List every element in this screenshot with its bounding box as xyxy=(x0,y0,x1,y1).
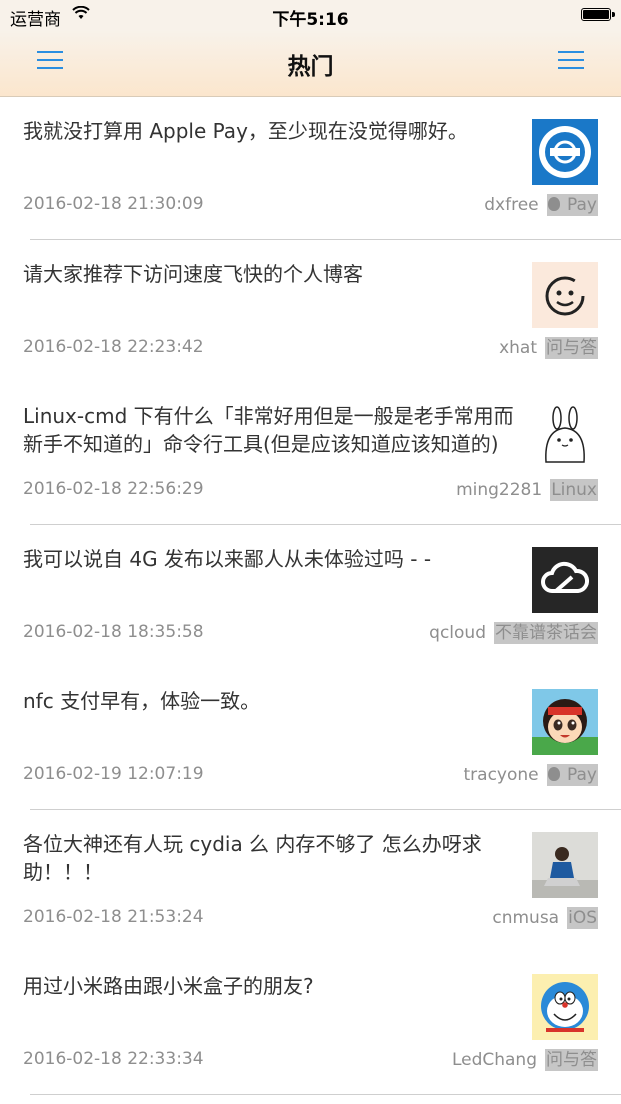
menu-right-icon[interactable] xyxy=(558,48,584,72)
topic-node-tag[interactable]: Pay xyxy=(546,764,598,786)
topic-title[interactable]: 请大家推荐下访问速度飞快的个人博客 xyxy=(23,260,523,288)
topic-node-tag[interactable]: Pay xyxy=(546,194,598,216)
bunny-icon[interactable] xyxy=(532,404,598,470)
apple-icon xyxy=(547,767,560,781)
row-divider xyxy=(30,1093,621,1095)
topic-node-tag[interactable]: 不靠谱茶话会 xyxy=(494,621,598,644)
topic-author[interactable]: ming2281 xyxy=(456,480,542,500)
topic-row[interactable]: Linux-cmd 下有什么「非常好用但是一般是老手常用而新手不知道的」命令行工… xyxy=(0,382,621,525)
topic-row[interactable]: 用过小米路由跟小米盒子的朋友? 2016-02-18 22:33:34 LedC… xyxy=(0,952,621,1095)
topic-title[interactable]: 我就没打算用 Apple Pay，至少现在没觉得哪好。 xyxy=(23,117,523,145)
topic-date: 2016-02-18 22:56:29 xyxy=(23,479,204,499)
cloud-icon[interactable] xyxy=(532,546,598,613)
status-bar: 运营商 下午5:16 xyxy=(0,0,621,30)
topic-meta: tracyone Pay xyxy=(464,764,598,786)
topic-meta: xhat 问与答 xyxy=(499,336,598,359)
topic-date: 2016-02-18 21:53:24 xyxy=(23,906,204,927)
doraemon-icon[interactable] xyxy=(532,974,598,1040)
apple-icon xyxy=(547,197,560,211)
topic-author[interactable]: tracyone xyxy=(464,765,539,785)
topic-row[interactable]: 各位大神还有人玩 cydia 么 内存不够了 怎么办呀求助！！！ 2016-02… xyxy=(0,810,621,953)
topic-author[interactable]: cnmusa xyxy=(492,908,559,928)
topic-node-tag[interactable]: 问与答 xyxy=(545,1049,598,1071)
topic-author[interactable]: xhat xyxy=(499,338,537,358)
topic-author[interactable]: qcloud xyxy=(429,623,486,643)
topic-author[interactable]: LedChang xyxy=(452,1050,537,1070)
cartoon-girl-icon[interactable] xyxy=(532,689,598,755)
badge-logo-icon[interactable] xyxy=(532,119,598,185)
status-time: 下午5:16 xyxy=(272,10,349,30)
topic-date: 2016-02-18 21:30:09 xyxy=(23,194,204,214)
topic-date: 2016-02-18 22:23:42 xyxy=(23,336,204,357)
topic-meta: ming2281 Linux xyxy=(456,479,598,501)
topic-node-tag[interactable]: 问与答 xyxy=(545,336,598,359)
topic-author[interactable]: dxfree xyxy=(484,195,538,215)
navigation-bar: 热门 xyxy=(0,30,621,97)
topic-row[interactable]: nfc 支付早有，体验一致。 2016-02-19 12:07:19 tracy… xyxy=(0,667,621,810)
topic-row[interactable]: 我就没打算用 Apple Pay，至少现在没觉得哪好。 2016-02-18 2… xyxy=(0,97,621,240)
topic-node-tag[interactable]: iOS xyxy=(567,906,598,929)
topic-meta: qcloud 不靠谱茶话会 xyxy=(429,621,598,644)
topic-date: 2016-02-18 18:35:58 xyxy=(23,621,204,642)
topic-meta: cnmusa iOS xyxy=(492,906,598,929)
smiley-face-icon[interactable] xyxy=(532,261,598,328)
topic-date: 2016-02-18 22:33:34 xyxy=(23,1049,204,1069)
topic-row[interactable]: 请大家推荐下访问速度飞快的个人博客 2016-02-18 22:23:42 xh… xyxy=(0,240,621,383)
battery-icon xyxy=(581,8,615,21)
topic-list: 我就没打算用 Apple Pay，至少现在没觉得哪好。 2016-02-18 2… xyxy=(0,97,621,1095)
topic-title[interactable]: 各位大神还有人玩 cydia 么 内存不够了 怎么办呀求助！！！ xyxy=(23,830,523,886)
topic-row[interactable]: 我可以说自 4G 发布以来鄙人从未体验过吗 - - 2016-02-18 18:… xyxy=(0,525,621,668)
page-title: 热门 xyxy=(287,54,334,80)
topic-node-tag[interactable]: Linux xyxy=(550,479,598,501)
topic-meta: LedChang 问与答 xyxy=(452,1049,598,1071)
topic-title[interactable]: 我可以说自 4G 发布以来鄙人从未体验过吗 - - xyxy=(23,545,523,573)
topic-date: 2016-02-19 12:07:19 xyxy=(23,764,204,784)
topic-meta: dxfree Pay xyxy=(484,194,598,216)
topic-title[interactable]: 用过小米路由跟小米盒子的朋友? xyxy=(23,972,523,1000)
topic-title[interactable]: nfc 支付早有，体验一致。 xyxy=(23,687,523,715)
photo-person-icon[interactable] xyxy=(532,831,598,898)
topic-title[interactable]: Linux-cmd 下有什么「非常好用但是一般是老手常用而新手不知道的」命令行工… xyxy=(23,402,523,458)
